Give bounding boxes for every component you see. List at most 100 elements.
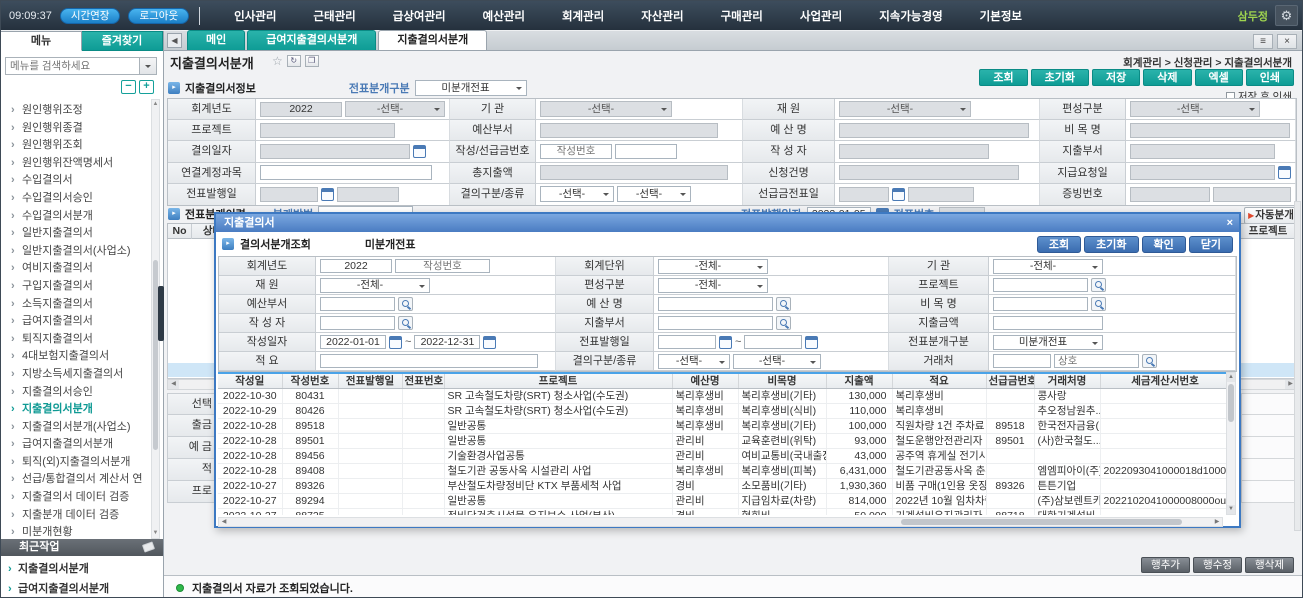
evidence-no-input1[interactable] xyxy=(1130,187,1210,202)
fund-select[interactable]: -선택- xyxy=(839,101,971,117)
menu-tree-item[interactable]: 일반지출결의서(사업소) xyxy=(1,243,151,261)
toolbar-button[interactable]: 엑셀 xyxy=(1195,69,1243,86)
linked-account-input[interactable] xyxy=(260,165,432,180)
writer-input[interactable] xyxy=(839,144,989,159)
search-icon[interactable] xyxy=(1091,278,1106,292)
tab-list-icon[interactable]: ≡ xyxy=(1253,34,1273,49)
scroll-up-icon[interactable]: ▲ xyxy=(1227,373,1235,382)
top-nav-item[interactable]: 기본정보 xyxy=(974,8,1028,24)
eraser-icon[interactable] xyxy=(142,541,155,552)
fiscal-year-select[interactable]: -선택- xyxy=(345,101,445,117)
table-row[interactable]: 2022-10-2980426SR 고속철도차량(SRT) 청소사업(수도권)복… xyxy=(218,404,1230,419)
menu-tree-item[interactable]: 지출결의서승인 xyxy=(1,384,151,402)
calendar-icon[interactable] xyxy=(413,145,426,158)
row-edit-button[interactable]: 행삭제 xyxy=(1245,557,1294,573)
menu-tree-item[interactable]: 지방소득세지출결의서 xyxy=(1,366,151,384)
table-row[interactable]: 2022-10-2789326부산철도차량정비단 KTX 부품세척 사업경비소모… xyxy=(218,479,1230,494)
m-budget-dept-input[interactable] xyxy=(320,297,395,311)
total-amount-input[interactable] xyxy=(540,165,728,180)
menu-tree-item[interactable]: 지출결의서분개(사업소) xyxy=(1,419,151,437)
slip-issue-extra-input[interactable] xyxy=(337,187,399,202)
m-write-date-to[interactable] xyxy=(414,335,480,349)
table-row[interactable]: 2022-10-3080431SR 고속철도차량(SRT) 청소사업(수도권)복… xyxy=(218,389,1230,404)
advance-no-input[interactable] xyxy=(615,144,677,159)
expand-all-button[interactable]: + xyxy=(139,80,154,94)
advance-slip-extra-input[interactable] xyxy=(908,187,974,202)
advance-slip-date-input[interactable] xyxy=(839,187,889,202)
menu-tree-item[interactable]: 급여지출결의서 xyxy=(1,313,151,331)
menu-tree-item[interactable]: 원인행위잔액명세서 xyxy=(1,155,151,173)
menu-tree-item[interactable]: 원인행위종결 xyxy=(1,120,151,138)
fiscal-year-input[interactable] xyxy=(260,102,342,117)
m-org-select[interactable]: -전체- xyxy=(993,259,1103,274)
recent-work-item[interactable]: 급여지출결의서분개 xyxy=(1,579,163,598)
table-row[interactable]: 2022-10-2789294일반공통관리비지급임차료(차량)814,00020… xyxy=(218,494,1230,509)
table-header-cell[interactable]: 적요 xyxy=(892,373,986,389)
dialog-button[interactable]: 초기화 xyxy=(1084,236,1138,253)
menu-tree-item[interactable]: 미분개현황 xyxy=(1,524,151,539)
m-spend-amount-input[interactable] xyxy=(993,316,1103,330)
m-writer-input[interactable] xyxy=(320,316,395,330)
toolbar-button[interactable]: 삭제 xyxy=(1143,69,1191,86)
m-project-input[interactable] xyxy=(993,278,1088,292)
menu-tree-item[interactable]: 퇴직지출결의서 xyxy=(1,331,151,349)
menu-tree-item[interactable]: 일반지출결의서 xyxy=(1,225,151,243)
row-edit-button[interactable]: 행추가 xyxy=(1141,557,1190,573)
extend-session-button[interactable]: 시간연장 xyxy=(60,8,121,24)
document-tab[interactable]: 급여지출결의서분개 xyxy=(247,30,376,50)
menu-tree-item[interactable]: 수입결의서분개 xyxy=(1,208,151,226)
menu-tree-item[interactable]: 원인행위조회 xyxy=(1,137,151,155)
m-budget-name-input[interactable] xyxy=(658,297,773,311)
content-vscrollbar[interactable] xyxy=(1294,201,1301,531)
m-issue-date-to[interactable] xyxy=(744,335,802,349)
table-row[interactable]: 2022-10-2889501일반공통관리비교육훈련비(위탁)93,000철도운… xyxy=(218,434,1230,449)
search-dropdown-icon[interactable] xyxy=(139,58,156,74)
pay-request-date-input[interactable] xyxy=(1130,165,1275,180)
table-header-cell[interactable]: 작성번호 xyxy=(282,373,338,389)
close-tab-icon[interactable]: × xyxy=(1277,34,1297,49)
top-nav-item[interactable]: 구매관리 xyxy=(715,8,769,24)
calendar-icon[interactable] xyxy=(892,188,905,201)
scroll-left-icon[interactable]: ◀ xyxy=(219,518,229,526)
table-row[interactable]: 2022-10-2788725정비단건축시설물 유지보수 사업(부산)경비협회비… xyxy=(218,509,1230,516)
top-nav-item[interactable]: 지속가능경영 xyxy=(873,8,948,24)
search-icon[interactable] xyxy=(1142,354,1157,368)
popout-icon[interactable]: ❐ xyxy=(305,55,319,67)
table-row[interactable]: 2022-10-2889518일반공통복리후생비복리후생비(기타)100,000… xyxy=(218,419,1230,434)
m-decision-type-select2[interactable]: -선택- xyxy=(733,354,821,369)
table-header-cell[interactable]: 지출액 xyxy=(826,373,892,389)
org-select[interactable]: -선택- xyxy=(540,101,672,117)
top-nav-item[interactable]: 예산관리 xyxy=(477,8,531,24)
m-summary-input[interactable] xyxy=(320,354,538,368)
toolbar-button[interactable]: 인쇄 xyxy=(1246,69,1294,86)
grid-col-no[interactable]: No xyxy=(168,224,192,239)
scroll-up-icon[interactable]: ▲ xyxy=(152,100,159,109)
toolbar-button[interactable]: 저장 xyxy=(1092,69,1140,86)
dialog-button[interactable]: 확인 xyxy=(1142,236,1186,253)
dialog-button[interactable]: 닫기 xyxy=(1189,236,1233,253)
m-acct-unit-select[interactable]: -전체- xyxy=(658,259,768,274)
m-fiscal-year-input[interactable] xyxy=(320,259,392,273)
scrollbar-thumb[interactable] xyxy=(1228,384,1234,422)
menu-tree-item[interactable]: 퇴직(외)지출결의서분개 xyxy=(1,454,151,472)
table-header-cell[interactable]: 프로젝트 xyxy=(444,373,672,389)
top-nav-item[interactable]: 자산관리 xyxy=(635,8,689,24)
dialog-close-icon[interactable]: × xyxy=(1227,214,1233,232)
dialog-button[interactable]: 조회 xyxy=(1037,236,1081,253)
menu-tree-item[interactable]: 구입지출결의서 xyxy=(1,278,151,296)
logout-button[interactable]: 로그아웃 xyxy=(128,8,189,24)
table-header-cell[interactable]: 세금계산서번호 xyxy=(1100,373,1230,389)
calendar-icon[interactable] xyxy=(719,336,732,349)
toolbar-button[interactable]: 조회 xyxy=(979,69,1027,86)
table-header-cell[interactable]: 선급금번호 xyxy=(986,373,1034,389)
recent-work-item[interactable]: 지출결의서분개 xyxy=(1,559,163,579)
compile-select[interactable]: -선택- xyxy=(1130,101,1260,117)
scrollbar-thumb[interactable] xyxy=(901,519,1182,525)
document-tab[interactable]: 지출결의서분개 xyxy=(378,30,487,50)
menu-tree-item[interactable]: 원인행위조정 xyxy=(1,102,151,120)
calendar-icon[interactable] xyxy=(1278,166,1291,179)
scroll-down-icon[interactable]: ▼ xyxy=(152,529,159,538)
m-spend-dept-input[interactable] xyxy=(658,316,773,330)
budget-dept-input[interactable] xyxy=(540,123,718,138)
menu-tree-item[interactable]: 지출결의서 데이터 검증 xyxy=(1,489,151,507)
